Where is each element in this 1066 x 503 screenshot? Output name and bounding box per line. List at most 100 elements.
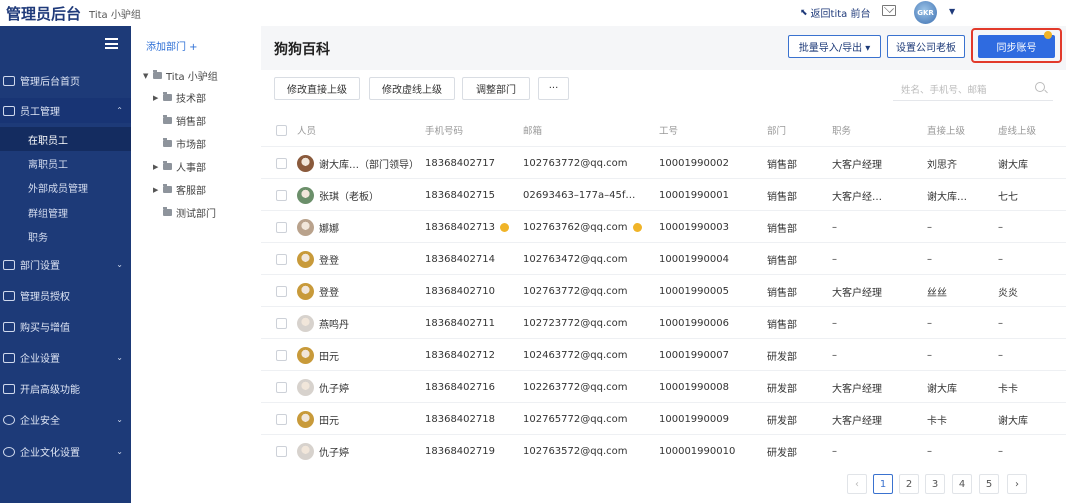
select-all-checkbox[interactable]: [276, 125, 287, 136]
nav-purchase[interactable]: 购买与增值: [0, 314, 131, 339]
col-person: 人员: [297, 126, 317, 137]
avatar: [297, 442, 314, 460]
cell-direct-manager: –: [927, 339, 932, 371]
cell-dept-text: 研发部: [767, 447, 797, 459]
change-dotted-manager-button[interactable]: 修改虚线上级: [369, 77, 455, 100]
table-row[interactable]: 张琪（老板） 18368402715 02693463–177a–45f… 10001…: [261, 178, 1066, 210]
cell-name: 田元: [297, 403, 339, 435]
row-checkbox[interactable]: [276, 446, 287, 457]
cell-name-text: 田元: [319, 351, 339, 363]
cell-email: 102763772@qq.com: [523, 147, 628, 179]
cell-dept-text: 研发部: [767, 415, 797, 427]
nav-admin-auth[interactable]: 管理员授权: [0, 283, 131, 308]
sync-account-button[interactable]: 同步账号: [978, 35, 1055, 58]
row-checkbox[interactable]: [276, 414, 287, 425]
tree-node-test[interactable]: 测试部门: [153, 205, 216, 220]
tree-node-sales[interactable]: 销售部: [153, 113, 206, 128]
cell-phone: 18368402717: [425, 147, 495, 179]
cell-phone-text: 18368402714: [425, 253, 495, 265]
tree-node-support[interactable]: ▶ 客服部: [153, 182, 206, 197]
back-arrow-icon: ⬉: [800, 7, 808, 18]
warning-icon: [500, 222, 509, 232]
expand-right-icon[interactable]: ▶: [153, 163, 159, 171]
menu-toggle-icon[interactable]: [105, 38, 118, 49]
page-button-4[interactable]: 4: [952, 474, 972, 494]
adjust-dept-button[interactable]: 调整部门: [462, 77, 530, 100]
tree-node-tech[interactable]: ▶ 技术部: [153, 90, 206, 105]
nav-employee-management[interactable]: 员工管理 ⌃: [0, 98, 131, 123]
import-export-button[interactable]: 批量导入/导出 ▾: [788, 35, 881, 58]
expand-down-icon[interactable]: ▼: [143, 72, 149, 80]
cell-direct-manager: –: [927, 435, 932, 467]
table-row[interactable]: 登登 18368402714 102763472@qq.com 10001990004…: [261, 242, 1066, 274]
table-row[interactable]: 田元 18368402718 102765772@qq.com 10001990009…: [261, 402, 1066, 434]
table-row[interactable]: 谢大库…（部门领导） 18368402717 102763772@qq.com 100…: [261, 146, 1066, 178]
nav-dept-settings[interactable]: 部门设置 ⌄: [0, 252, 131, 277]
nav-admin-home[interactable]: 管理后台首页: [0, 68, 131, 93]
next-page-button[interactable]: ›: [1007, 474, 1027, 494]
cell-employee-id-text: 100001990010: [659, 445, 736, 457]
page-button-3[interactable]: 3: [925, 474, 945, 494]
search-icon[interactable]: [1035, 82, 1045, 92]
change-direct-manager-button[interactable]: 修改直接上级: [274, 77, 360, 100]
nav-sub-groups[interactable]: 群组管理: [0, 200, 131, 224]
row-checkbox[interactable]: [276, 190, 287, 201]
table-row[interactable]: 登登 18368402710 102763772@qq.com 10001990005…: [261, 274, 1066, 306]
add-department-button[interactable]: 添加部门 +: [146, 38, 198, 53]
table-row[interactable]: 仇子婷 18368402719 102763572@qq.com 1000019900…: [261, 434, 1066, 466]
table-row[interactable]: 仇子婷 18368402716 102263772@qq.com 1000199000…: [261, 370, 1066, 402]
back-to-front-link[interactable]: ⬉ 返回tita 前台: [800, 5, 870, 21]
cell-email-text: 102765772@qq.com: [523, 413, 628, 425]
tree-node-hr[interactable]: ▶ 人事部: [153, 159, 206, 174]
cell-title: 大客户经理: [832, 403, 882, 435]
page-button-5[interactable]: 5: [979, 474, 999, 494]
cell-dept-text: 销售部: [767, 255, 797, 267]
more-actions-button[interactable]: ···: [538, 77, 569, 100]
nav-enterprise-settings[interactable]: 企业设置 ⌄: [0, 345, 131, 370]
nav-advanced[interactable]: 开启高级功能: [0, 376, 131, 401]
row-checkbox[interactable]: [276, 158, 287, 169]
row-checkbox[interactable]: [276, 222, 287, 233]
nav-security[interactable]: 企业安全 ⌄: [0, 407, 131, 432]
user-avatar[interactable]: GKR: [914, 1, 937, 24]
nav-sub-resigned[interactable]: 离职员工: [0, 151, 131, 175]
cell-direct-manager: 谢大库: [927, 371, 957, 403]
cell-title-text: –: [832, 349, 837, 361]
cell-email-text: 102763772@qq.com: [523, 285, 628, 297]
tree-node-root[interactable]: ▼ Tita 小驴组: [143, 68, 218, 83]
cell-email-text: 102763762@qq.com: [523, 221, 628, 233]
table-row[interactable]: 田元 18368402712 102463772@qq.com 10001990007…: [261, 338, 1066, 370]
expand-right-icon[interactable]: ▶: [153, 186, 159, 194]
set-boss-button[interactable]: 设置公司老板: [887, 35, 965, 58]
org-name: Tita 小驴组: [89, 9, 141, 21]
table-row[interactable]: 燕鸣丹 18368402711 102723772@qq.com 1000199000…: [261, 306, 1066, 338]
page-button-1[interactable]: 1: [873, 474, 893, 494]
cell-employee-id-text: 10001990006: [659, 317, 729, 329]
avatar: [297, 186, 314, 204]
row-checkbox[interactable]: [276, 254, 287, 265]
nav-sub-positions[interactable]: 职务: [0, 224, 131, 248]
row-checkbox[interactable]: [276, 350, 287, 361]
row-checkbox[interactable]: [276, 286, 287, 297]
cell-phone: 18368402718: [425, 403, 495, 435]
mail-icon[interactable]: [882, 5, 896, 16]
prev-page-button[interactable]: ‹: [847, 474, 867, 494]
row-checkbox[interactable]: [276, 318, 287, 329]
table-row[interactable]: 娜娜 18368402713 102763762@qq.com 10001990003…: [261, 210, 1066, 242]
col-dept: 部门: [767, 126, 787, 137]
search-input[interactable]: 姓名、手机号、邮箱: [893, 77, 1053, 101]
user-menu-caret-icon[interactable]: ▼: [949, 7, 955, 16]
expand-right-icon[interactable]: ▶: [153, 94, 159, 102]
cell-title-text: 大客户经理: [832, 383, 882, 395]
cell-dotted-manager: 七七: [998, 179, 1018, 211]
nav-sub-active-employees[interactable]: 在职员工: [0, 127, 131, 151]
main-content: 狗狗百科 批量导入/导出 ▾ 设置公司老板 同步账号 修改直接上级 修改虚线上级…: [261, 26, 1066, 503]
nav-sub-external[interactable]: 外部成员管理: [0, 175, 131, 199]
warning-icon: [632, 222, 642, 232]
cell-email-text: 02693463–177a–45f…: [523, 189, 636, 201]
cell-employee-id-text: 10001990009: [659, 413, 729, 425]
row-checkbox[interactable]: [276, 382, 287, 393]
nav-culture[interactable]: 企业文化设置 ⌄: [0, 439, 131, 464]
page-button-2[interactable]: 2: [899, 474, 919, 494]
tree-node-marketing[interactable]: 市场部: [153, 136, 206, 151]
